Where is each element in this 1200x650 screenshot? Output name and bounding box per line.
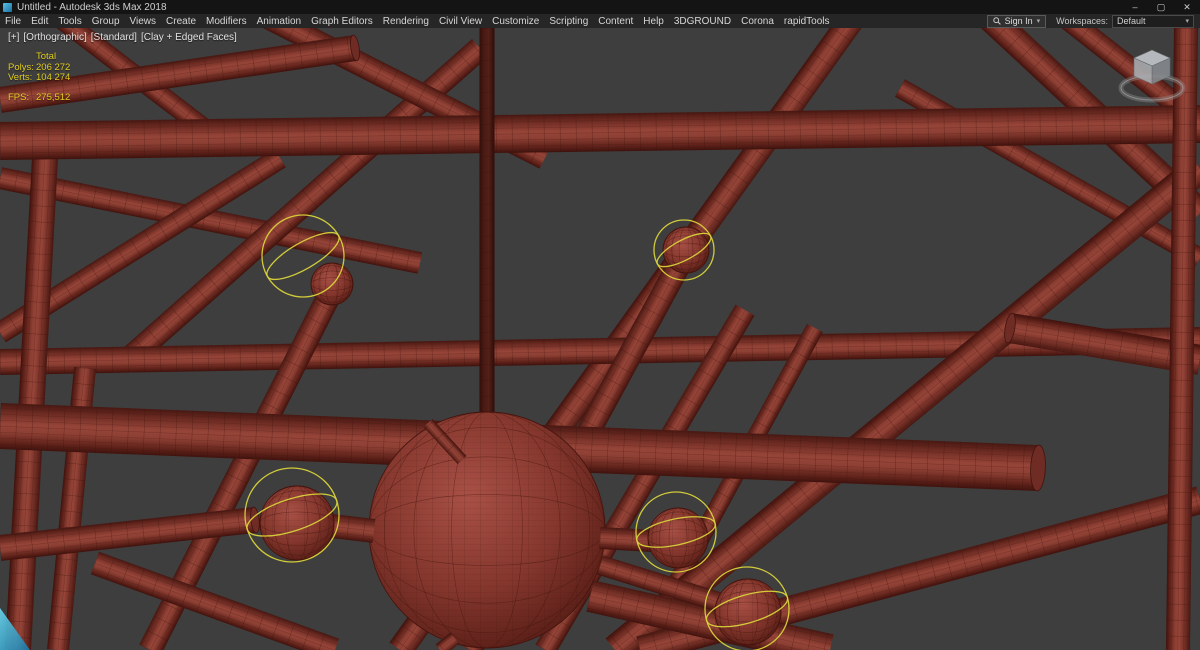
chevron-down-icon: ▾ [1036, 17, 1041, 25]
menu-rendering[interactable]: Rendering [378, 14, 434, 28]
menu-file[interactable]: File [0, 14, 26, 28]
menu-graph-editors[interactable]: Graph Editors [306, 14, 378, 28]
search-icon [992, 17, 1001, 25]
viewport[interactable]: [+] [Orthographic] [Standard] [Clay + Ed… [0, 28, 1200, 650]
menu-customize[interactable]: Customize [487, 14, 544, 28]
app-icon [3, 2, 12, 12]
sphere-object[interactable] [368, 411, 606, 649]
stats-fps-label: FPS: [8, 91, 30, 103]
menu-create[interactable]: Create [161, 14, 201, 28]
window-controls: – ▢ ✕ [1122, 0, 1200, 14]
sphere-object[interactable] [714, 578, 782, 646]
menu-content[interactable]: Content [593, 14, 638, 28]
viewcube[interactable] [1110, 38, 1194, 112]
menu-rapidtools[interactable]: rapidTools [779, 14, 835, 28]
menu-modifiers[interactable]: Modifiers [201, 14, 252, 28]
stats-fps-row: FPS: 275,512 [8, 91, 71, 104]
minimize-button[interactable]: – [1122, 0, 1148, 14]
workspace-value: Default [1117, 16, 1146, 26]
statistics-overlay: Total Polys: 206 272 Verts: 104 274 FPS:… [8, 51, 71, 104]
stats-empty-label [8, 52, 36, 63]
pipe-object[interactable] [599, 527, 653, 552]
stats-verts-label: Verts: [8, 72, 33, 83]
viewport-menu-shading[interactable]: [Clay + Edged Faces] [141, 32, 237, 43]
menu-views[interactable]: Views [125, 14, 162, 28]
menu-help[interactable]: Help [638, 14, 669, 28]
menu-corona[interactable]: Corona [736, 14, 779, 28]
stats-verts-row: Verts: 104 274 [8, 72, 71, 84]
menu-group[interactable]: Group [87, 14, 125, 28]
stats-verts-value: 104 274 [36, 72, 71, 83]
title-bar: Untitled - Autodesk 3ds Max 2018 – ▢ ✕ [0, 0, 1200, 14]
workspace-dropdown[interactable]: Default ▾ [1112, 14, 1194, 28]
stats-fps-value: 275,512 [36, 91, 71, 103]
menu-3dground[interactable]: 3DGROUND [669, 14, 736, 28]
viewport-menu-pov[interactable]: [Orthographic] [23, 32, 86, 43]
viewport-label: [+] [Orthographic] [Standard] [Clay + Ed… [8, 32, 237, 43]
sphere-object[interactable] [310, 262, 354, 306]
pipe-object[interactable] [0, 506, 261, 561]
scene-canvas[interactable] [0, 28, 1200, 650]
sign-in-control[interactable]: Sign In ▾ [986, 14, 1047, 28]
corner-widget[interactable] [0, 608, 30, 650]
menu-bar: File Edit Tools Group Views Create Modifiers An… [0, 14, 1200, 28]
stats-total-row: Total [8, 51, 70, 63]
menu-edit[interactable]: Edit [26, 14, 53, 28]
workspaces-label: Workspaces: [1056, 16, 1108, 26]
viewport-menu-general[interactable]: [+] [8, 32, 19, 43]
window-title: Untitled - Autodesk 3ds Max 2018 [17, 1, 167, 13]
menu-civil-view[interactable]: Civil View [434, 14, 487, 28]
pipe-object[interactable] [479, 28, 495, 448]
menu-tools[interactable]: Tools [53, 14, 86, 28]
menu-animation[interactable]: Animation [252, 14, 306, 28]
menu-items: File Edit Tools Group Views Create Modifiers An… [0, 14, 835, 28]
menu-right-controls: Sign In ▾ Workspaces: Default ▾ [986, 14, 1200, 28]
pipe-object[interactable] [0, 167, 423, 274]
pipe-object[interactable] [90, 551, 340, 650]
menu-scripting[interactable]: Scripting [544, 14, 593, 28]
close-button[interactable]: ✕ [1174, 0, 1200, 14]
stats-total-label: Total [36, 51, 57, 62]
chevron-down-icon: ▾ [1185, 17, 1189, 25]
maximize-button[interactable]: ▢ [1148, 0, 1174, 14]
viewport-menu-standard[interactable]: [Standard] [91, 32, 137, 43]
sign-in-label: Sign In [1004, 16, 1033, 26]
